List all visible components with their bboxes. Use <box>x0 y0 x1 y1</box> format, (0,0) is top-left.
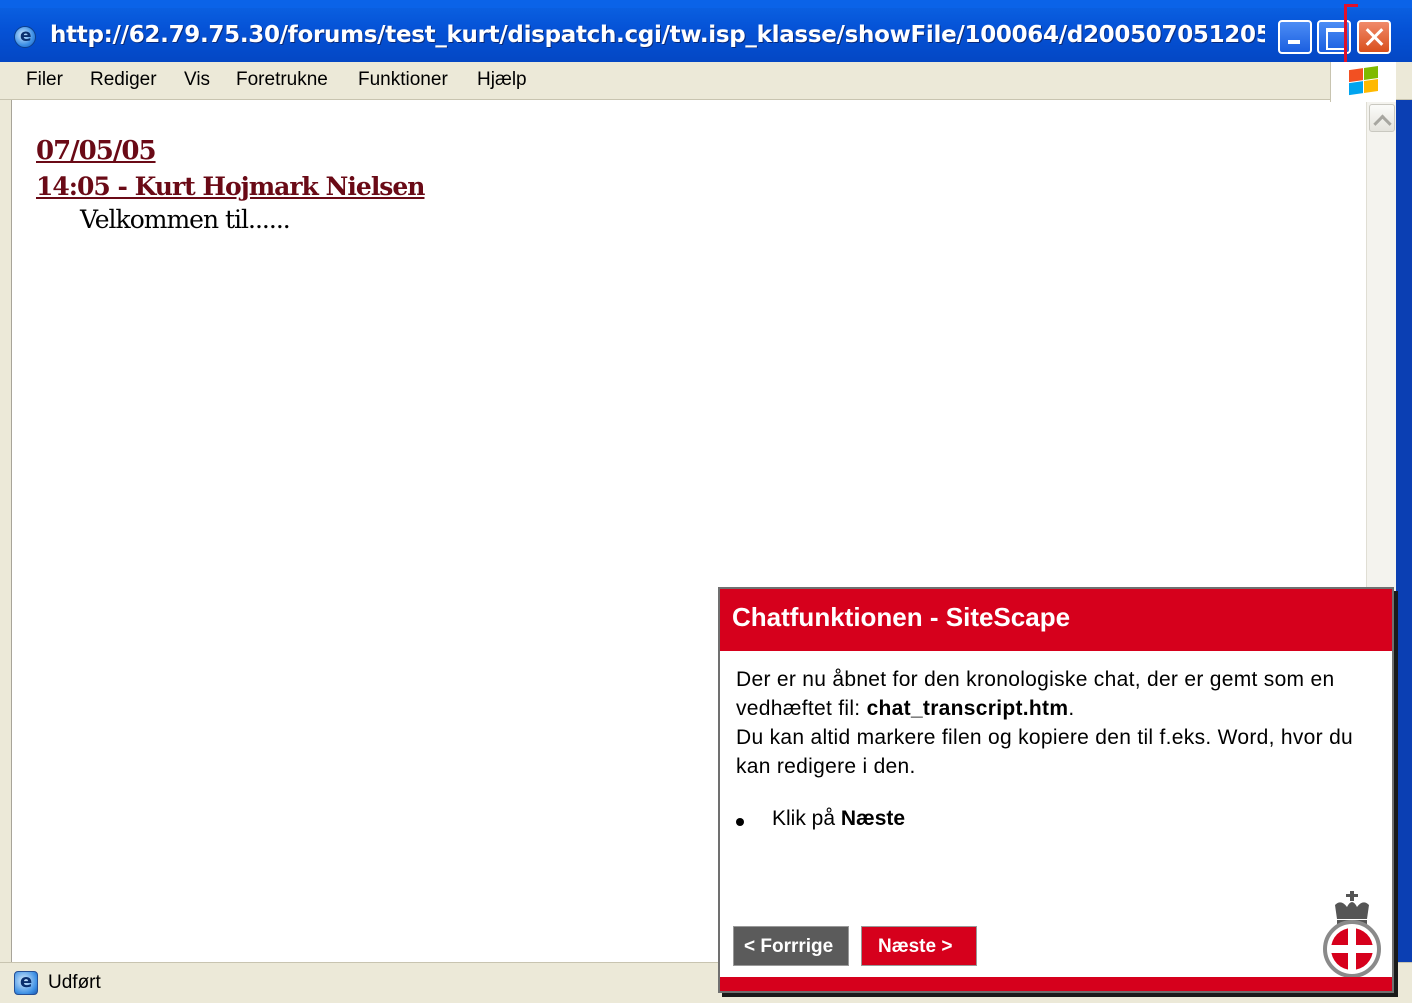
ie-icon[interactable] <box>14 26 36 48</box>
previous-button[interactable]: < Forrrige <box>733 926 849 966</box>
menu-item-foretrukne[interactable]: Foretrukne <box>236 69 328 91</box>
ie-page-icon <box>14 971 38 995</box>
popup-file-name: chat_transcript.htm <box>866 697 1069 720</box>
status-text: Udført <box>48 972 101 993</box>
chat-date-link[interactable]: 07/05/05 <box>36 136 157 166</box>
close-button[interactable] <box>1357 20 1391 54</box>
window-frame-left <box>0 100 12 970</box>
popup-title: Chatfunktionen - SiteScape <box>732 602 1071 632</box>
menu-item-funktioner[interactable]: Funktioner <box>358 69 448 91</box>
scroll-up-button[interactable] <box>1369 104 1395 132</box>
popup-header: Chatfunktionen - SiteScape <box>720 589 1392 651</box>
popup-text-copy: Du kan altid markere filen og kopiere de… <box>736 726 1354 778</box>
instruction-prefix: Klik på <box>772 807 841 830</box>
windows-logo-icon <box>1330 62 1396 102</box>
title-bar: http://62.79.75.30/forums/test_kurt/disp… <box>0 0 1412 62</box>
tutorial-popup: Chatfunktionen - SiteScape Der er nu åbn… <box>718 587 1394 993</box>
close-button-highlight <box>1344 4 1358 70</box>
minimize-button[interactable] <box>1278 20 1312 54</box>
next-button[interactable]: Næste > <box>861 926 977 966</box>
menu-item-rediger[interactable]: Rediger <box>90 69 157 91</box>
chat-author-link[interactable]: 14:05 - Kurt Hojmark Nielsen <box>36 172 425 201</box>
popup-text-period: . <box>1068 697 1075 720</box>
chat-message: Velkommen til...... <box>80 205 291 234</box>
window-frame-right <box>1396 100 1412 970</box>
menu-item-vis[interactable]: Vis <box>184 69 210 91</box>
window-title: http://62.79.75.30/forums/test_kurt/disp… <box>50 22 1265 48</box>
popup-body: Der er nu åbnet for den kronologiske cha… <box>736 665 1376 781</box>
popup-footer-bar <box>720 977 1392 991</box>
crown-crest-icon <box>1323 891 1381 978</box>
instruction-bold: Næste <box>840 807 906 830</box>
menu-bar: Filer Rediger Vis Foretrukne Funktioner … <box>0 62 1412 100</box>
menu-item-filer[interactable]: Filer <box>26 69 63 91</box>
menu-item-hjaelp[interactable]: Hjælp <box>477 69 527 91</box>
bullet-icon <box>736 818 744 826</box>
